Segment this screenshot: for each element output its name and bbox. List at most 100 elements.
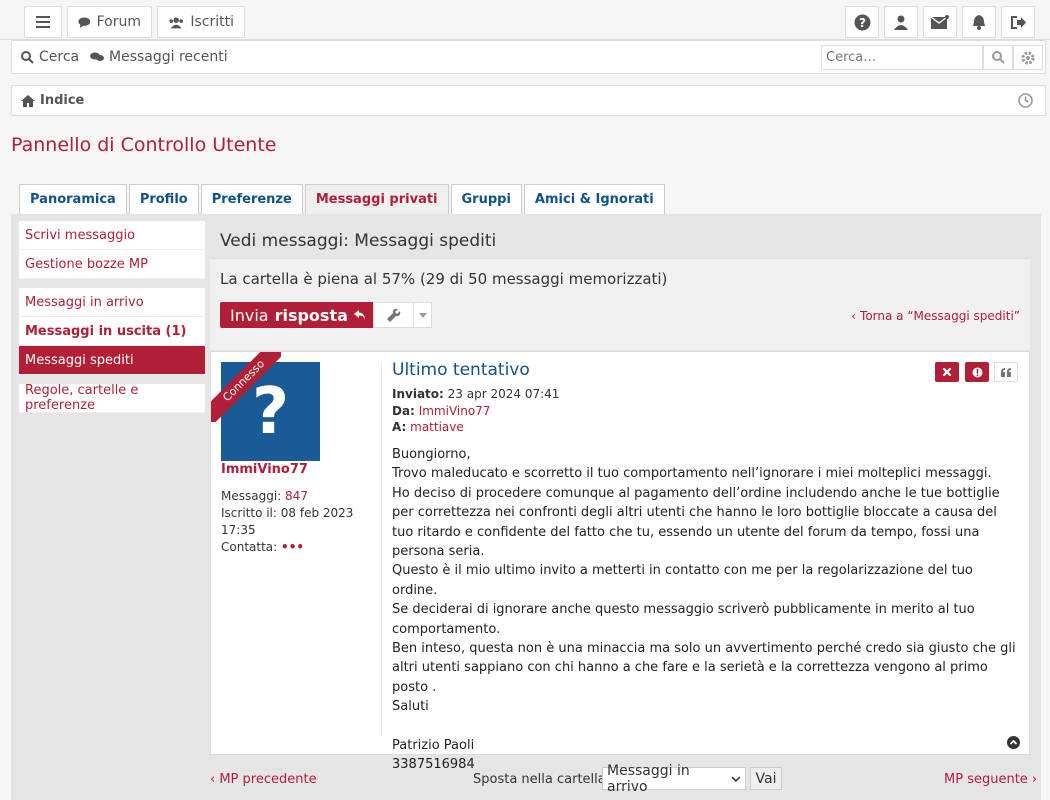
speech-bubble-icon (78, 16, 91, 28)
back-to-top-icon[interactable] (1007, 736, 1020, 749)
menu-manage-drafts[interactable]: Gestione bozze MP (19, 250, 205, 279)
joined-label: Iscritto il: (221, 506, 277, 520)
quote-icon (1000, 367, 1011, 377)
gear-icon (1021, 51, 1035, 64)
tab-private-messages[interactable]: Messaggi privati (304, 184, 449, 214)
body-line (392, 717, 1022, 736)
tab-overview[interactable]: Panoramica (19, 184, 127, 214)
online-ribbon-label: Connesso (211, 352, 281, 422)
move-to-folder-label: Sposta nella cartella: (473, 772, 611, 787)
delete-message-button[interactable] (935, 362, 959, 382)
message-body: Buongiorno, Trovo maleducato e scorretto… (392, 445, 1022, 775)
back-to-sent-link[interactable]: ‹ Torna a “Messaggi spediti” (851, 309, 1020, 323)
reply-bold: risposta (274, 305, 348, 325)
folder-quota-text: La cartella è piena al 57% (29 di 50 mes… (220, 270, 668, 288)
from-user-link[interactable]: ImmiVino77 (419, 404, 491, 418)
svg-text:?: ? (859, 16, 866, 30)
contact-dropdown[interactable]: ••• (281, 540, 304, 554)
to-label: A: (392, 420, 407, 434)
body-line: Se deciderai di ignorare anche questo me… (392, 602, 975, 637)
folder-select[interactable]: Messaggi in arrivo (602, 763, 746, 795)
menu-compose-message[interactable]: Scrivi messaggio (19, 221, 205, 250)
tools-dropdown-button[interactable] (373, 302, 432, 328)
pm-menu-compose-group: Scrivi messaggio Gestione bozze MP (19, 221, 205, 279)
tab-preferences[interactable]: Preferenze (200, 184, 303, 214)
breadcrumb-home[interactable]: Indice (21, 93, 84, 108)
close-icon (943, 368, 951, 376)
private-messages-button[interactable] (923, 6, 957, 38)
next-pm-link[interactable]: MP seguente › (944, 772, 1037, 787)
previous-pm-link[interactable]: ‹ MP precedente (210, 772, 317, 787)
menu-inbox[interactable]: Messaggi in arrivo (19, 288, 205, 317)
menu-rules-folders-settings[interactable]: Regole, cartelle e preferenze (19, 383, 205, 413)
breadcrumb: Indice (11, 85, 1046, 116)
message-subject[interactable]: Ultimo tentativo (392, 360, 530, 380)
previous-pm-label: MP precedente (219, 772, 317, 787)
search-link-label: Cerca (39, 49, 80, 65)
contact-label: Contatta: (221, 540, 278, 554)
sent-date: 23 apr 2024 07:41 (447, 387, 560, 401)
folder-info-box: La cartella è piena al 57% (29 di 50 mes… (210, 258, 1030, 350)
recent-posts-label: Messaggi recenti (109, 49, 228, 65)
online-ribbon: Connesso (211, 352, 281, 422)
search-input[interactable] (821, 45, 983, 70)
envelope-icon (931, 15, 949, 29)
search-link[interactable]: Cerca (21, 49, 79, 65)
advanced-search-button[interactable] (1013, 45, 1043, 70)
quote-message-button[interactable] (994, 362, 1018, 382)
secondary-navbar: Cerca Messaggi recenti (11, 40, 1046, 74)
message-meta: Inviato: 23 apr 2024 07:41 Da: ImmiVino7… (392, 386, 559, 436)
home-icon (21, 94, 35, 107)
clock-icon[interactable] (1018, 93, 1033, 108)
help-button[interactable]: ? (845, 6, 879, 38)
ucp-panel: Scrivi messaggio Gestione bozze MP Messa… (11, 214, 1041, 800)
recent-posts-link[interactable]: Messaggi recenti (90, 49, 228, 65)
body-line: Buongiorno, (392, 447, 471, 462)
section-title: Vedi messaggi: Messaggi spediti (220, 231, 497, 251)
top-navbar: Forum Iscritti ? (0, 0, 1050, 40)
next-pm-label: MP seguente (944, 772, 1028, 787)
forum-button[interactable]: Forum (67, 6, 152, 38)
chevron-left-icon: ‹ (210, 772, 220, 787)
tab-profile[interactable]: Profilo (128, 184, 199, 214)
comments-icon (90, 52, 104, 61)
notifications-button[interactable] (962, 6, 996, 38)
menu-icon (36, 16, 50, 28)
body-line: Ho deciso di procedere comunque al pagam… (392, 485, 1000, 560)
bell-icon (973, 14, 985, 30)
to-user-link[interactable]: mattiave (410, 420, 464, 434)
reply-prefix: Invia (230, 305, 269, 325)
move-go-button[interactable]: Vai (750, 767, 782, 790)
members-label: Iscritti (190, 14, 234, 30)
sign-out-icon (1010, 15, 1026, 29)
from-label: Da: (392, 403, 415, 418)
logout-button[interactable] (1001, 6, 1035, 38)
menu-outbox[interactable]: Messaggi in uscita (1) (19, 317, 205, 346)
user-icon (894, 15, 908, 30)
search-submit-button[interactable] (983, 45, 1013, 70)
back-link-label: Torna a “Messaggi spediti” (860, 309, 1020, 323)
user-profile-button[interactable] (884, 6, 918, 38)
report-message-button[interactable] (965, 362, 989, 382)
posts-count-link[interactable]: 847 (285, 489, 308, 503)
breadcrumb-home-label: Indice (40, 93, 85, 108)
hamburger-menu-button[interactable] (24, 6, 62, 38)
tab-groups[interactable]: Gruppi (450, 184, 522, 214)
pm-menu-folders-group: Messaggi in arrivo Messaggi in uscita (1… (19, 288, 205, 375)
post-divider (381, 362, 382, 736)
chevron-left-icon: ‹ (851, 309, 861, 323)
menu-sent-messages[interactable]: Messaggi spediti (19, 346, 205, 375)
pm-menu-options-group: Regole, cartelle e preferenze (19, 383, 205, 413)
body-line: Trovo maleducato e scorretto il tuo comp… (392, 466, 992, 482)
forum-label: Forum (96, 14, 141, 30)
ucp-tabs: Panoramica Profilo Preferenze Messaggi p… (19, 184, 665, 214)
tab-friends-foes[interactable]: Amici & Ignorati (523, 184, 665, 214)
chevron-right-icon: › (1027, 772, 1038, 787)
author-username[interactable]: ImmiVino77 (221, 462, 308, 477)
reply-arrow-icon (353, 309, 365, 320)
members-button[interactable]: Iscritti (157, 6, 245, 38)
search-icon (991, 51, 1005, 64)
reply-button[interactable]: Invia risposta (220, 302, 376, 328)
author-profile: Messaggi: 847 Iscritto il: 08 feb 2023 1… (221, 488, 371, 556)
question-circle-icon: ? (854, 14, 870, 30)
